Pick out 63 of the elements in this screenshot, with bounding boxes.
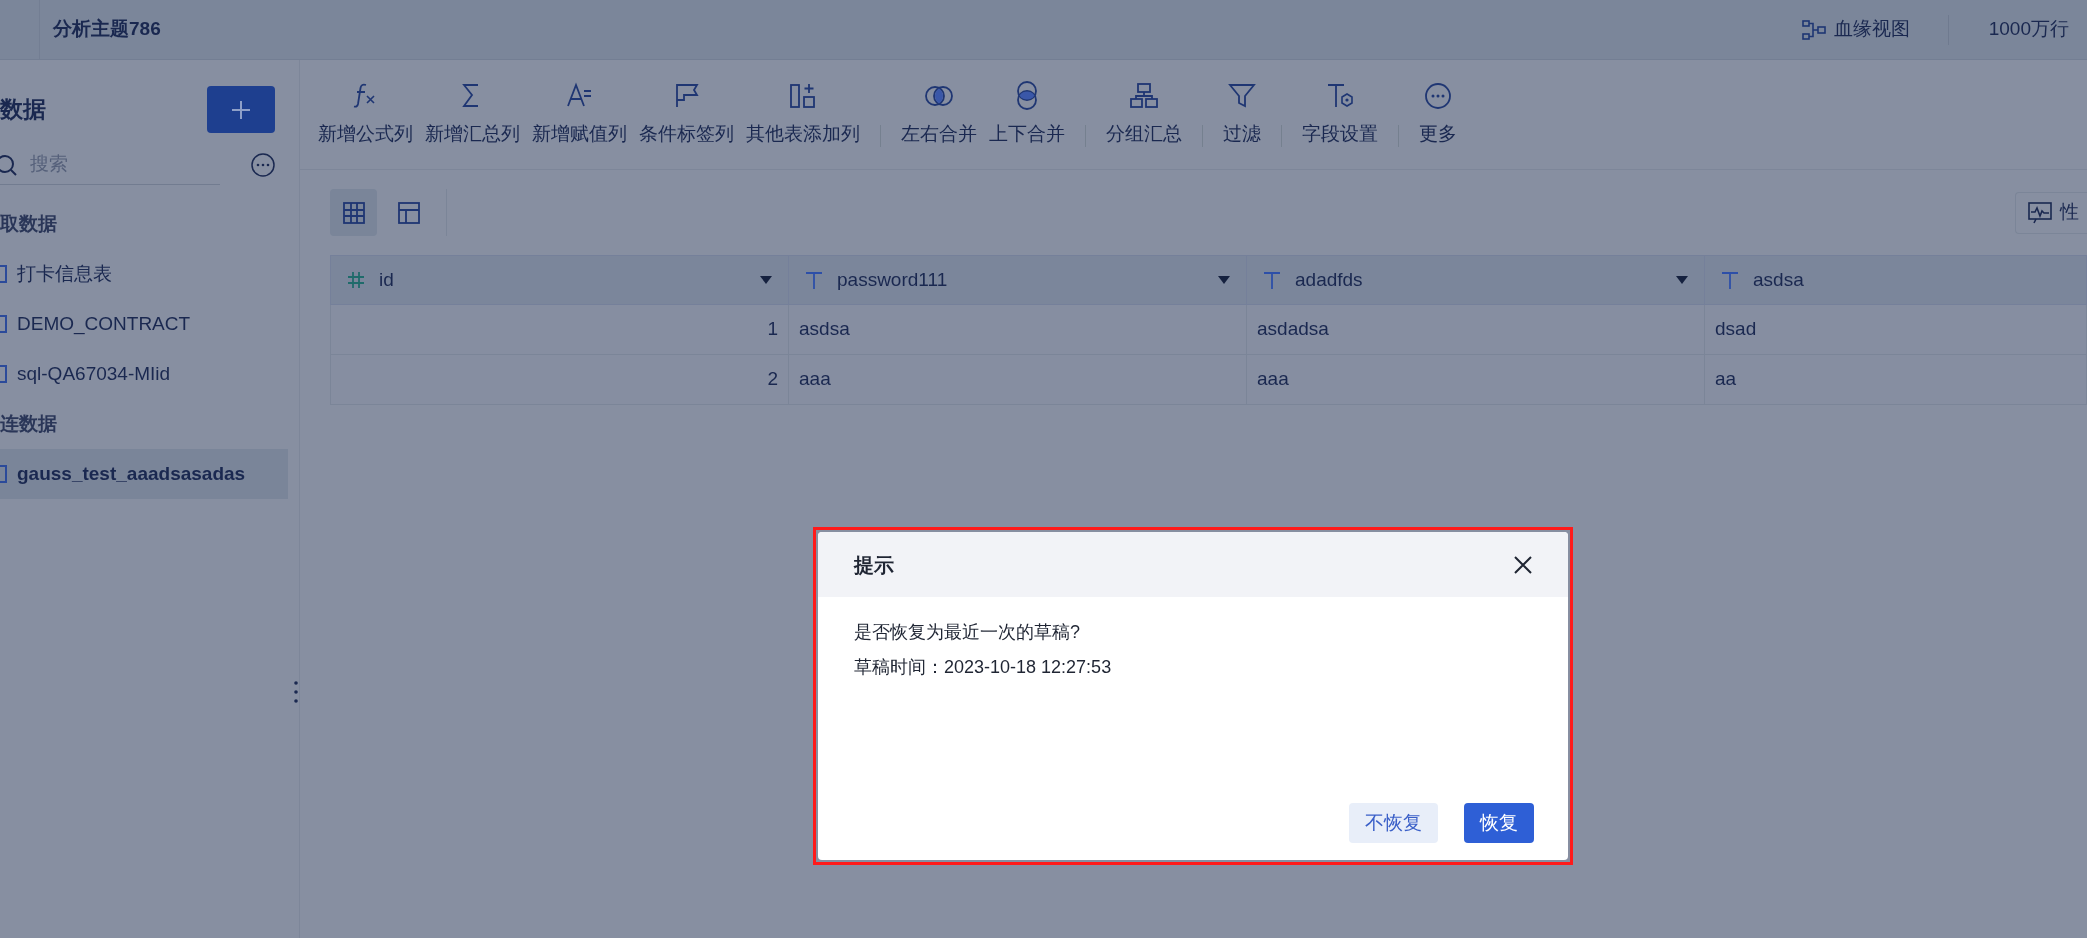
more-icon[interactable] [251, 153, 275, 177]
dataset-item[interactable]: gauss_test_aaadsasadas [0, 449, 288, 499]
text-type-icon [1263, 271, 1281, 289]
drag-handle-icon[interactable] [293, 680, 299, 704]
dataset-item[interactable]: DEMO_CONTRACT [0, 299, 288, 349]
table-cell: dsad [1704, 305, 2086, 354]
toolbar-button[interactable]: 新增汇总列 [419, 80, 526, 149]
toolbar-button[interactable]: 新增赋值列 [526, 80, 633, 149]
performance-button[interactable]: 性 [2015, 191, 2087, 234]
toolbar-button[interactable]: 更多 [1413, 80, 1463, 149]
dialog-title: 提示 [854, 552, 894, 578]
dataset-item[interactable]: 打卡信息表 [0, 249, 288, 299]
dont-restore-button[interactable]: 不恢复 [1349, 803, 1438, 843]
dialog-message: 是否恢复为最近一次的草稿? [854, 621, 1081, 644]
plus-icon [231, 99, 251, 120]
more-icon [1423, 80, 1453, 111]
restore-button[interactable]: 恢复 [1464, 803, 1534, 843]
analysis-title: 分析主题786 [53, 17, 161, 42]
close-icon[interactable] [1514, 555, 1532, 574]
group-label: 取数据 [0, 211, 58, 236]
dropdown-caret-icon[interactable] [1676, 276, 1688, 284]
dropdown-caret-icon[interactable] [1218, 276, 1230, 284]
table-cell: aaa [788, 355, 1246, 404]
table-icon [0, 265, 7, 283]
column-header[interactable]: password111 [788, 256, 1246, 304]
dialog-message: 草稿时间：2023-10-18 12:27:53 [854, 656, 1113, 679]
toolbar-button[interactable]: 分组汇总 [1100, 80, 1188, 149]
hierarchy-icon [1129, 80, 1159, 111]
table-cell-text: 2 [766, 367, 779, 392]
table-icon [0, 365, 7, 383]
lineage-view-link[interactable]: 血缘视图 [1801, 15, 1910, 44]
sidebar-heading: 数据 [0, 95, 46, 125]
group-label: 连数据 [0, 411, 58, 436]
table-cell: aaa [1246, 355, 1704, 404]
monitor-chart-icon [2028, 201, 2052, 224]
table-icon [0, 315, 7, 333]
column-header[interactable]: asdsa [1704, 256, 2086, 304]
table-cell-text: 1 [766, 317, 779, 342]
add-button[interactable] [207, 86, 275, 133]
lineage-icon [1801, 19, 1826, 40]
toolbar-button[interactable]: 左右合并 [895, 80, 983, 149]
table-cell: asdadsa [1246, 305, 1704, 354]
toolbar-button[interactable]: 其他表添加列 [740, 80, 866, 149]
hash-icon [347, 271, 365, 289]
layout-view-icon [396, 200, 421, 225]
table-icon [0, 465, 7, 483]
toolbar-button[interactable]: 字段设置 [1296, 80, 1384, 149]
text-type-icon [1721, 271, 1739, 289]
toolbar-button[interactable]: 上下合并 [983, 80, 1071, 149]
search-icon [0, 153, 18, 176]
dropdown-caret-icon[interactable] [760, 276, 772, 284]
table-cell: asdsa [788, 305, 1246, 354]
column-header[interactable]: adadfds [1246, 256, 1704, 304]
text-type-icon [805, 271, 823, 289]
grid-view-icon [341, 200, 366, 225]
dataset-item[interactable]: sql-QA67034-MIid [0, 349, 288, 399]
toolbar-button[interactable]: 新增公式列 [312, 80, 419, 149]
row-count: 1000万行 [1988, 17, 2069, 42]
column-header[interactable]: id [331, 256, 788, 304]
toolbar-button[interactable]: 条件标签列 [633, 80, 740, 149]
table-cell: aa [1704, 355, 2086, 404]
view-toggle[interactable] [330, 189, 377, 236]
toolbar-button[interactable]: 过滤 [1217, 80, 1267, 149]
